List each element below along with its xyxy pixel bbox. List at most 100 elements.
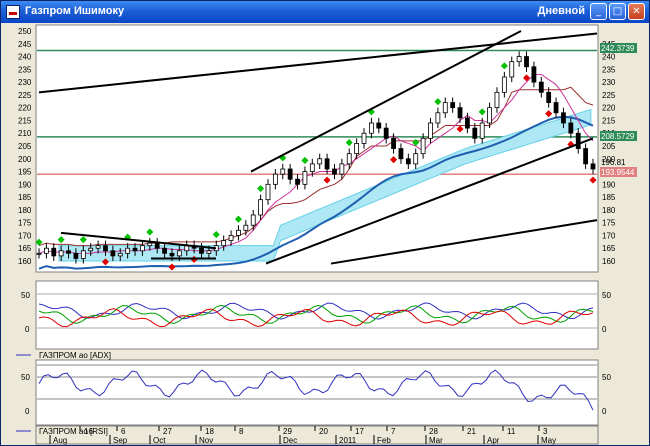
candle-body [509,61,515,78]
rsi-tick-left-0: 0 [25,407,30,416]
date-day-label: 3 [543,427,548,436]
candle-body [287,168,293,180]
mid-level-value: 208.5729 [601,132,635,141]
price-tick-label-right: 165 [602,244,616,253]
date-day-label: 20 [319,427,328,436]
candle-body [553,102,559,114]
date-month-label: Sep [113,436,128,445]
candle-body [154,242,160,249]
price-tick-label-right: 225 [602,91,616,100]
price-tick-label-right: 160 [602,257,616,266]
date-day-label: 17 [355,427,364,436]
candle-body [524,56,529,68]
price-tick-label: 190 [18,180,32,189]
timeframe-label: Дневной [537,5,586,17]
candle-body [487,107,492,124]
price-tick-label-right: 240 [602,53,616,62]
rsi-panel[interactable] [35,359,599,426]
close-button[interactable]: ✕ [628,3,645,20]
candle-body [546,91,552,103]
price-tick-label: 235 [18,65,32,74]
price-tick-label: 245 [18,40,32,49]
candle-body [346,153,352,165]
candle-body [258,199,264,216]
date-day-label: 18 [205,427,214,436]
candle-body [265,183,271,201]
candle-body [199,247,204,254]
maximize-button[interactable]: □ [609,3,626,20]
date-day-label: 28 [429,427,438,436]
candle-body [391,137,396,149]
price-tick-label: 220 [18,104,32,113]
candle-body [361,132,367,144]
price-tick-label: 240 [18,53,32,62]
candle-body [354,143,360,155]
price-tick-label: 170 [18,231,32,240]
minimize-button[interactable]: _ [590,3,607,20]
candle-body [494,91,500,109]
candle-body [472,127,478,139]
price-axis-right: 1601651701751801851901952002052102152202… [602,40,616,266]
date-month-label: Nov [199,436,213,445]
price-tick-label-right: 180 [602,206,616,215]
candle-body [117,252,123,257]
candle-body [457,107,463,119]
candle-body [58,250,64,257]
price-tick-label-right: 175 [602,219,616,228]
date-month-label: May [541,436,556,445]
price-tick-label-right: 185 [602,193,616,202]
rsi-legend: ГАЗПРОМ ао [RSI] [39,427,108,436]
candle-body [413,153,419,165]
candle-body [575,132,581,149]
candle-body [561,112,566,124]
upper-level-value: 242.3739 [601,44,635,53]
candle-body [465,117,470,129]
date-day-label: 27 [163,427,172,436]
price-tick-label-right: 235 [602,65,616,74]
candle-body [590,163,596,170]
window-title: Газпром Ишимоку [25,5,125,17]
price-axis-left: 160 165 170 175 180 185 190 195 200 205 210 215 220 2… [18,27,32,266]
candle-body [501,76,507,93]
candle-body [295,178,300,185]
rsi-tick-right-50: 50 [602,373,611,382]
candle-body [272,173,278,185]
candle-body [332,168,337,175]
candle-body [317,158,323,165]
candle-body [450,102,456,109]
date-month-label: Oct [153,436,166,445]
adx-tick-right-50: 50 [602,291,611,300]
rsi-tick-right-0: 0 [602,407,607,416]
candle-body [405,158,411,165]
candle-body [228,235,234,241]
title-bar[interactable]: Газпром Ишимоку Дневной _ □ ✕ [1,1,649,23]
candle-body [309,163,315,172]
candle-body [95,245,101,249]
candle-body [376,122,382,129]
chart-area[interactable]: 1601651701751801851901952002052102152202… [1,23,649,445]
candle-body [324,158,330,170]
price-tick-label: 210 [18,129,32,138]
candle-body [531,66,537,83]
candle-body [125,247,131,254]
candle-body [583,148,589,165]
price-tick-label-right: 230 [602,78,616,87]
price-tick-label-right: 170 [602,231,616,240]
price-tick-label: 185 [18,193,32,202]
candle-body [140,245,145,252]
candle-body [80,250,86,259]
candle-body [243,224,249,231]
candle-body [420,137,426,155]
candle-body [110,250,116,257]
price-tick-label: 230 [18,78,32,87]
price-tick-label: 175 [18,219,32,228]
date-day-label: 11 [507,427,516,436]
candle-body [236,229,241,236]
chart-window: Газпром Ишимоку Дневной _ □ ✕ 160 165 170 1… [0,0,650,446]
adx-tick-left-50: 50 [21,291,30,300]
candle-body [516,56,522,63]
candle-body [221,240,227,247]
price-tick-label: 225 [18,91,32,100]
candle-body [43,247,49,254]
date-month-label: Mar [429,436,443,445]
